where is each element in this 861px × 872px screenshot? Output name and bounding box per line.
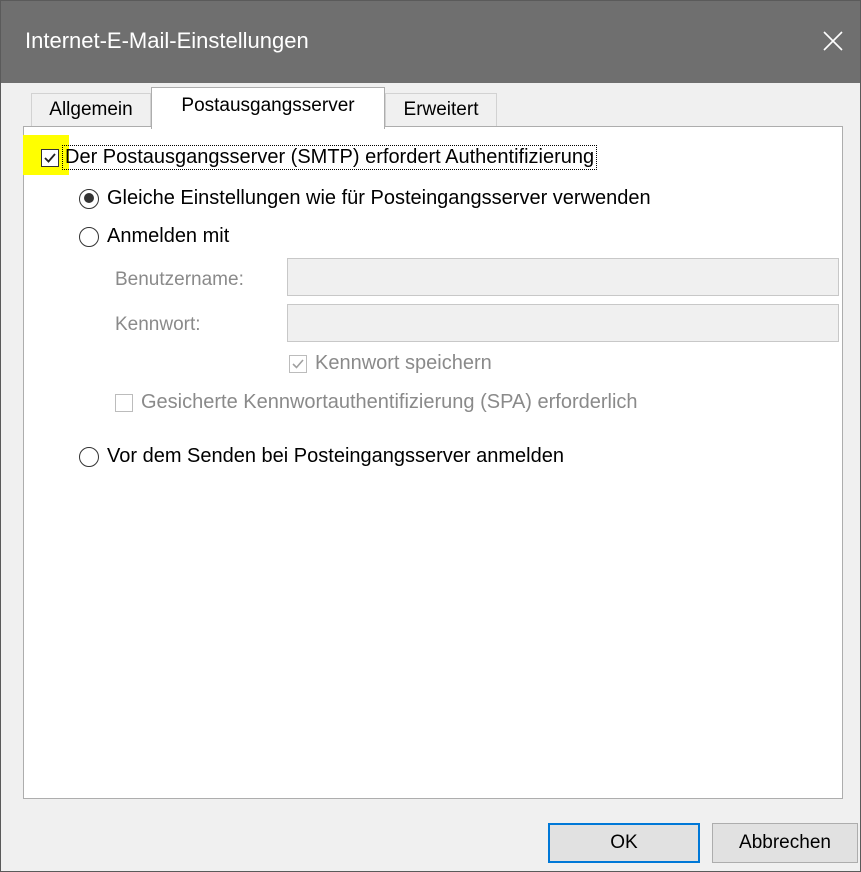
remember-password-checkbox[interactable]	[289, 354, 307, 373]
tab-postausgangsserver[interactable]: Postausgangsserver	[151, 87, 385, 129]
remember-password-row[interactable]: Kennwort speichern	[289, 352, 492, 375]
login-before-send-option[interactable]: Vor dem Senden bei Posteingangsserver an…	[79, 445, 564, 468]
tab-allgemein[interactable]: Allgemein	[31, 93, 151, 127]
username-input[interactable]	[287, 258, 839, 296]
username-label: Benutzername:	[115, 269, 244, 290]
settings-dialog: Internet-E-Mail-Einstellungen Allgemein …	[0, 0, 861, 872]
same-settings-label: Gleiche Einstellungen wie für Posteingan…	[107, 187, 651, 209]
smtp-auth-row[interactable]: Der Postausgangsserver (SMTP) erfordert …	[41, 145, 598, 170]
same-settings-radio[interactable]	[79, 188, 99, 209]
tab-strip: Allgemein Postausgangsserver Erweitert	[23, 87, 843, 129]
window-title: Internet-E-Mail-Einstellungen	[25, 28, 309, 53]
smtp-auth-checkbox[interactable]	[41, 148, 59, 167]
cancel-button[interactable]: Abbrechen	[712, 823, 858, 863]
spa-checkbox[interactable]	[115, 393, 133, 412]
login-with-radio[interactable]	[79, 226, 99, 247]
login-before-send-label: Vor dem Senden bei Posteingangsserver an…	[107, 445, 564, 467]
password-input[interactable]	[287, 304, 839, 342]
smtp-auth-label: Der Postausgangsserver (SMTP) erfordert …	[61, 145, 598, 170]
remember-password-label: Kennwort speichern	[315, 352, 492, 374]
same-settings-option[interactable]: Gleiche Einstellungen wie für Posteingan…	[79, 187, 651, 210]
close-icon	[823, 31, 843, 51]
login-with-label: Anmelden mit	[107, 225, 230, 247]
login-with-option[interactable]: Anmelden mit	[79, 225, 229, 248]
checkmark-icon	[292, 358, 304, 369]
login-before-send-radio[interactable]	[79, 446, 99, 467]
ok-button[interactable]: OK	[548, 823, 700, 863]
title-bar: Internet-E-Mail-Einstellungen	[1, 1, 860, 83]
checkmark-icon	[44, 152, 56, 163]
password-label: Kennwort:	[115, 314, 201, 335]
tab-erweitert[interactable]: Erweitert	[385, 93, 497, 127]
close-button[interactable]	[790, 1, 860, 83]
spa-row[interactable]: Gesicherte Kennwortauthentifizierung (SP…	[115, 391, 638, 414]
spa-label: Gesicherte Kennwortauthentifizierung (SP…	[141, 391, 638, 413]
